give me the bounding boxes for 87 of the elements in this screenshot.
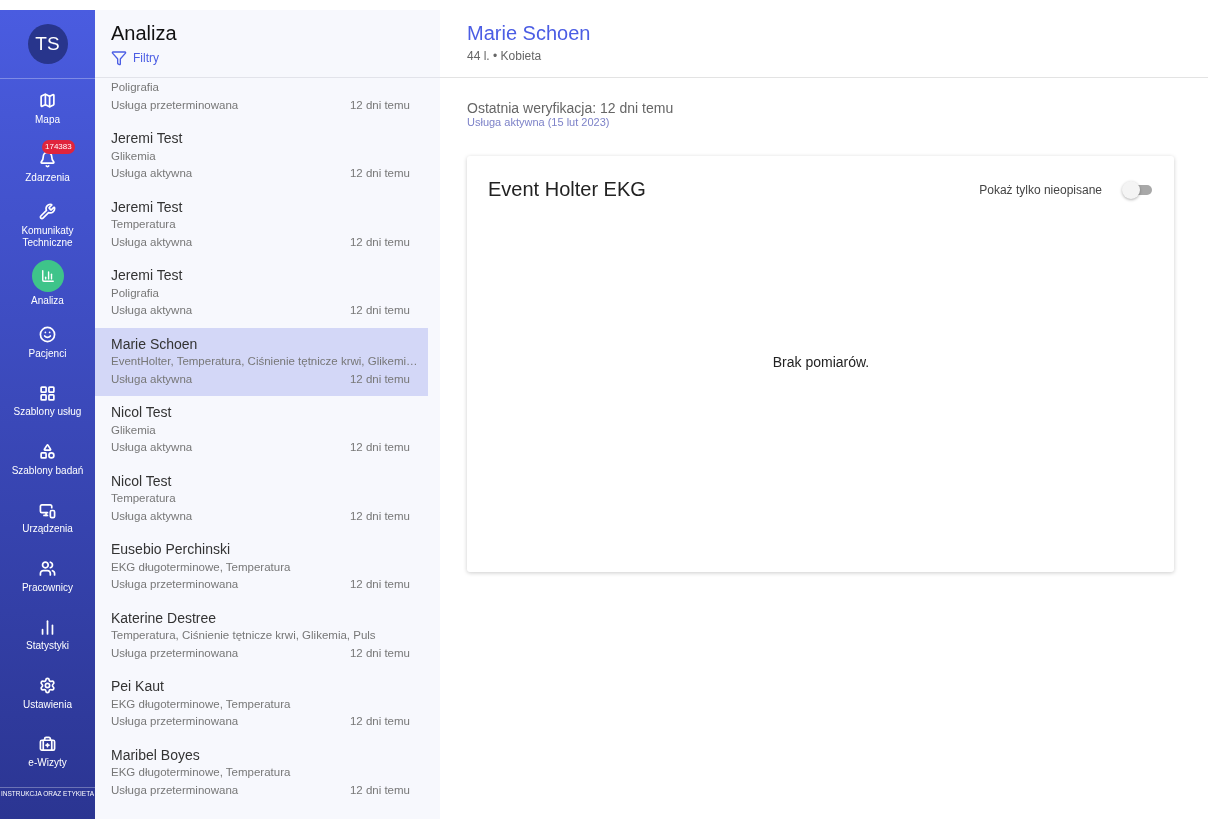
time-ago: 12 dni temu	[349, 303, 410, 318]
patient-list-item[interactable]: Pei Kaut EKG długoterminowe, Temperatura Usługa przeterminowana 12 dni temu	[95, 670, 428, 739]
time-ago: 12 dni temu	[349, 97, 410, 113]
wrench-icon	[37, 201, 58, 222]
nav-item[interactable]: Ustawienia	[0, 664, 95, 723]
nav-item[interactable]: Mapa	[0, 79, 95, 138]
service-status: Usługa przeterminowana	[111, 97, 239, 113]
service-status: Usługa aktywna	[111, 508, 193, 524]
patient-list-item[interactable]: Marie Schoen EventHolter, Temperatura, Ciśnienie tętnicze krwi, Glikemi… Usługa aktywna 12 dni temu	[95, 327, 428, 396]
user-avatar[interactable]: TS	[27, 24, 68, 64]
service-list: EKG długoterminowe, Temperatura	[111, 695, 416, 713]
nav-item[interactable]: Pacjenci	[0, 313, 95, 372]
face-icon	[37, 324, 58, 345]
toggle-switch[interactable]	[1122, 179, 1154, 200]
service-status: Usługa aktywna	[111, 303, 193, 318]
bar-chart-icon	[31, 260, 64, 293]
service-list: Glikemia	[111, 147, 416, 165]
grid-icon	[37, 383, 58, 404]
nav-item[interactable]: Komunikaty Techniczne	[0, 196, 95, 255]
service-list: Temperatura	[111, 216, 416, 234]
patient-name: Pei Kaut	[111, 678, 165, 696]
patient-name: Jeremi Test	[111, 198, 184, 216]
filter-icon	[111, 50, 127, 66]
nav-item[interactable]: Analiza	[0, 254, 95, 313]
patient-list-item[interactable]: Maribel Boyes EKG długoterminowe, Temperatura Usługa przeterminowana 12 dni temu	[95, 738, 428, 807]
patient-name: Marie Schoen	[111, 335, 199, 353]
service-status: Usługa aktywna	[111, 371, 193, 387]
count-badge: 174383	[42, 139, 75, 154]
time-ago: 12 dni temu	[349, 371, 410, 387]
time-ago: 12 dni temu	[349, 508, 410, 524]
service-status: Usługa przeterminowana	[111, 577, 239, 592]
patient-name: Nicol Test	[111, 404, 173, 422]
patient-list-item[interactable]: Jeremi Test Temperatura Usługa aktywna 12 dni temu	[95, 190, 428, 259]
patient-list-item[interactable]: Jeremi Test Poligrafia Usługa aktywna 12 dni temu	[95, 259, 428, 328]
service-status: Usługa przeterminowana	[111, 782, 239, 798]
patient-list-item[interactable]: Poligrafia Usługa przeterminowana 12 dni temu	[95, 78, 428, 122]
time-ago: 12 dni temu	[349, 645, 410, 661]
filter-button[interactable]: Filtry	[111, 50, 159, 66]
shapes-icon	[37, 441, 58, 462]
time-ago: 12 dni temu	[349, 782, 410, 798]
patient-details: 44 l. • Kobieta	[467, 49, 543, 63]
panel-title: Analiza	[111, 22, 178, 45]
nav-item[interactable]: Urządzenia	[0, 488, 95, 547]
settings-icon	[37, 675, 58, 696]
nav-item[interactable]: Szablony usług	[0, 371, 95, 430]
time-ago: 12 dni temu	[349, 166, 410, 181]
patient-name: Katerine Destree	[111, 609, 218, 627]
patient-name: Maribel Boyes	[111, 746, 201, 764]
service-status: Usługa aktywna	[111, 440, 193, 455]
time-ago: 12 dni temu	[349, 714, 410, 729]
service-status: Usługa aktywna	[111, 166, 193, 181]
patient-name: Nicol Test	[111, 472, 173, 490]
toggle-label: Pokaż tylko nieopisane	[979, 182, 1102, 197]
people-icon	[37, 558, 58, 579]
patient-list-item[interactable]: Nicol Test Temperatura Usługa aktywna 12 dni temu	[95, 464, 428, 533]
service-status: Usługa przeterminowana	[111, 645, 239, 661]
service-status: Usługa aktywna (15 lut 2023)	[467, 116, 611, 128]
card-title: Event Holter EKG	[488, 178, 646, 201]
verification-text: Ostatnia weryfikacja: 12 dni temu	[467, 100, 675, 116]
service-status: Usługa przeterminowana	[111, 714, 239, 729]
patient-list-item[interactable]: Nicol Test Glikemia Usługa aktywna 12 dni temu	[95, 396, 428, 465]
map-icon	[37, 90, 58, 111]
patient-name: Jeremi Test	[111, 267, 184, 285]
time-ago: 12 dni temu	[349, 440, 410, 455]
service-list: Temperatura	[111, 490, 416, 508]
nav-item[interactable]: Szablony badań	[0, 430, 95, 489]
service-list: Poligrafia	[111, 284, 416, 302]
service-list: Glikemia	[111, 421, 416, 439]
service-status: Usługa aktywna	[111, 234, 193, 250]
nav-item[interactable]: 174383 Zdarzenia	[0, 137, 95, 196]
nav-item[interactable]: Pracownicy	[0, 547, 95, 606]
service-list: Temperatura, Ciśnienie tętnicze krwi, Glikemia, Puls	[111, 627, 416, 645]
service-list: EKG długoterminowe, Temperatura	[111, 764, 416, 782]
empty-message: Brak pomiarów.	[772, 353, 870, 370]
patient-list-item[interactable]: Katerine Destree Temperatura, Ciśnienie tętnicze krwi, Glikemia, Puls Usługa przeterminowana 12 dni temu	[95, 601, 428, 670]
nav-item[interactable]: e-Wizyty	[0, 722, 95, 781]
service-list: EventHolter, Temperatura, Ciśnienie tętnicze krwi, Glikemi…	[111, 353, 416, 371]
patient-list-item[interactable]: Eusebio Perchinski EKG długoterminowe, Temperatura Usługa przeterminowana 12 dni temu	[95, 533, 428, 602]
time-ago: 12 dni temu	[349, 234, 410, 250]
patient-name: Jeremi Test	[111, 130, 184, 148]
patient-name: Eusebio Perchinski	[111, 541, 232, 559]
nav-item[interactable]: Statystyki	[0, 605, 95, 664]
service-list: EKG długoterminowe, Temperatura	[111, 558, 416, 576]
time-ago: 12 dni temu	[349, 577, 410, 592]
patient-name: Marie Schoen	[467, 22, 592, 45]
service-list: Poligrafia	[111, 79, 416, 97]
patient-list-item[interactable]: Jeremi Test Glikemia Usługa aktywna 12 dni temu	[95, 122, 428, 191]
